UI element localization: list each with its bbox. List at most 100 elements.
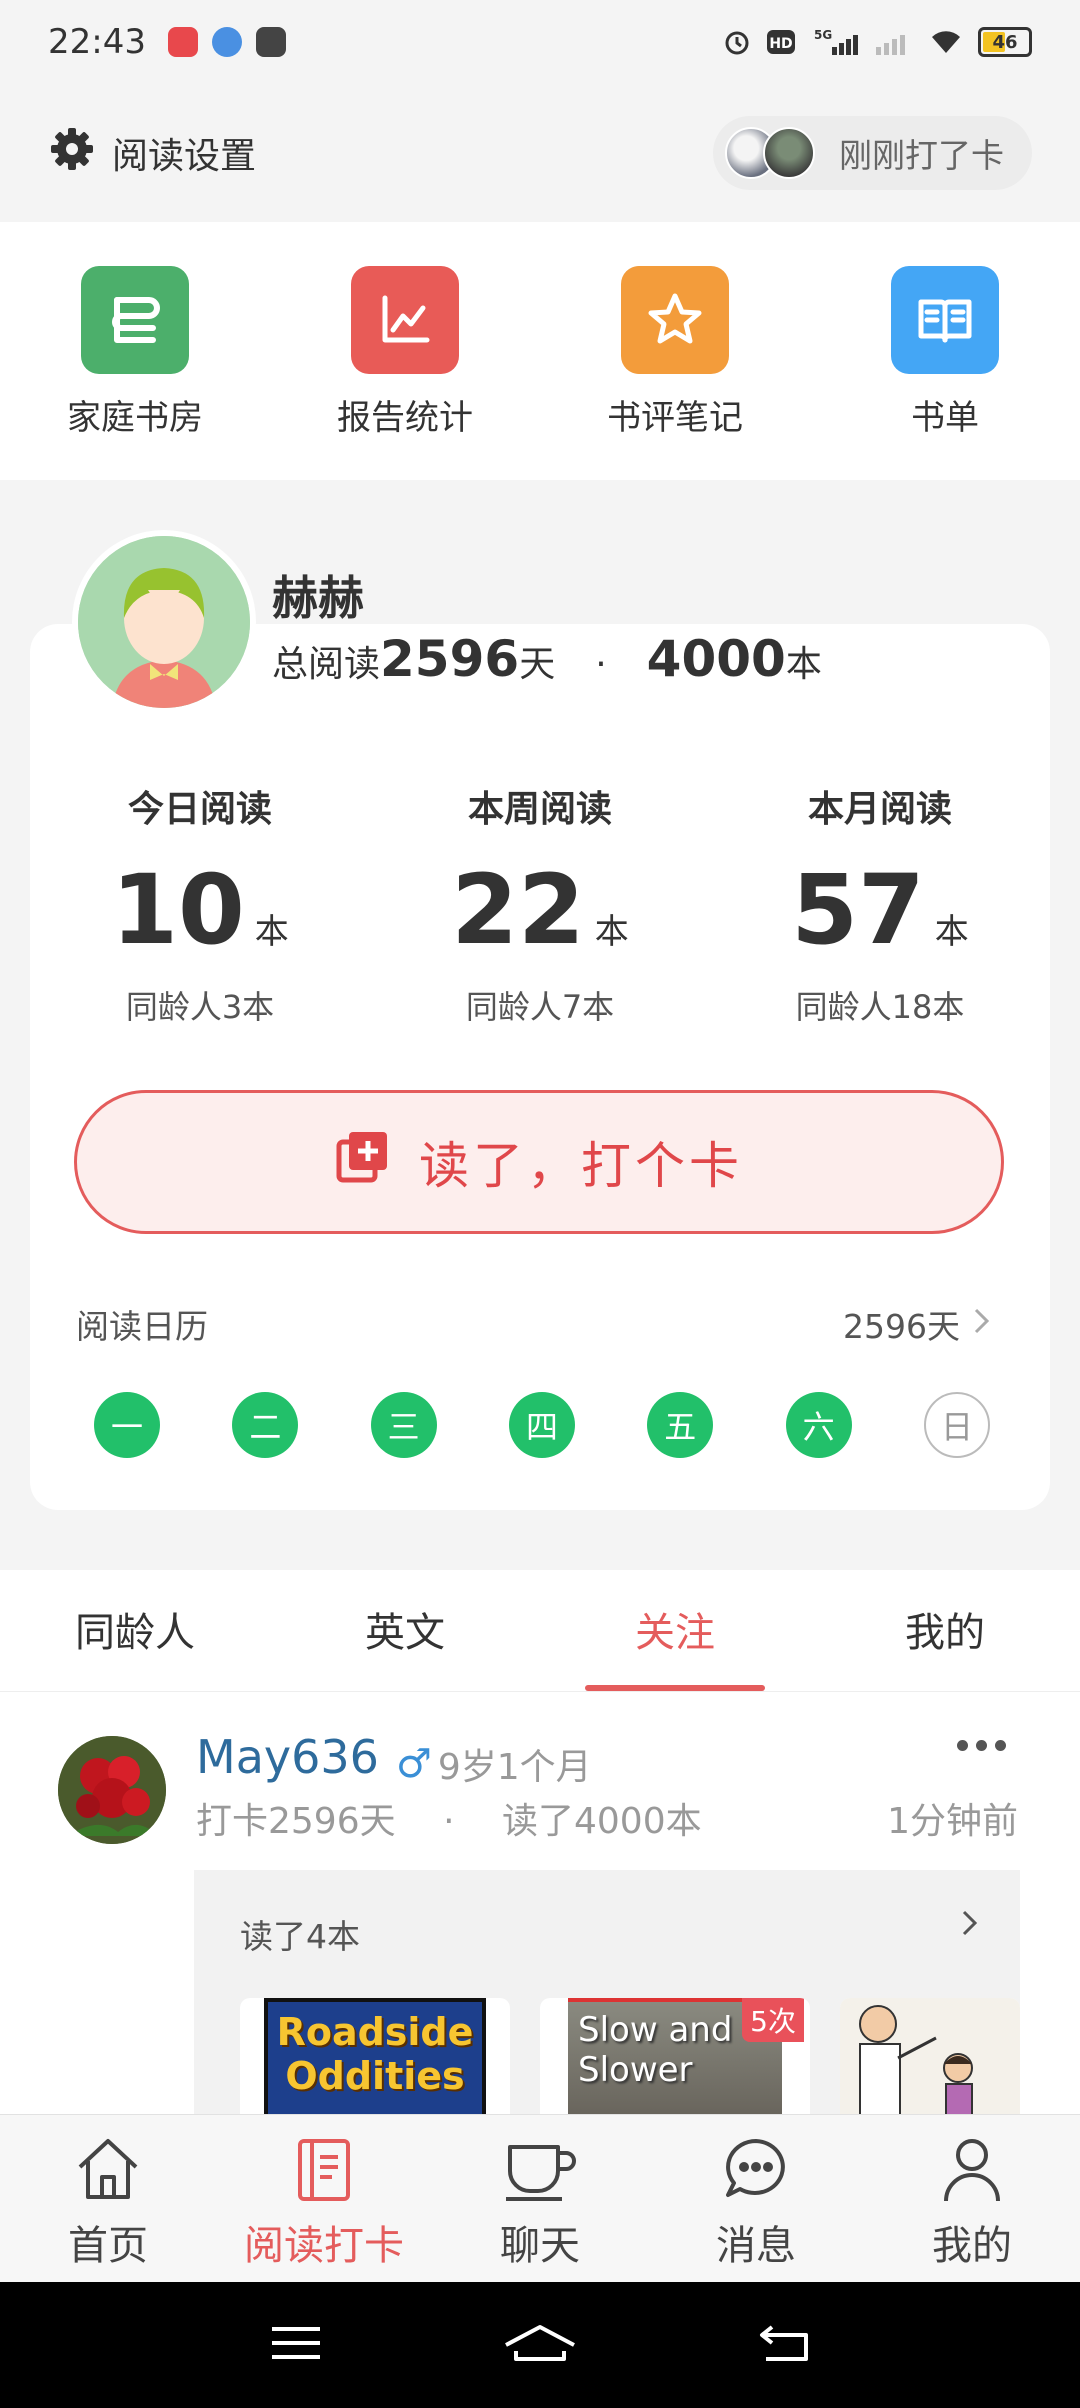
calendar-day-fri[interactable]: 五 (647, 1392, 714, 1458)
recent-checkin-pill[interactable]: 刚刚打了卡 (713, 116, 1032, 190)
stat-peer: 同龄人7本 (465, 988, 615, 1026)
calendar-day-sat[interactable]: 六 (785, 1392, 852, 1458)
book-cover: Roadside Oddities (264, 1998, 486, 2116)
avatar (763, 127, 815, 179)
shortcut-booklist[interactable]: 书单 (810, 222, 1080, 480)
stat-title: 本月阅读 (807, 789, 952, 830)
home-nav-icon[interactable] (502, 2323, 578, 2367)
svg-text:5G: 5G (814, 28, 832, 42)
more-options-icon[interactable] (957, 1740, 1006, 1751)
nav-label: 我的 (932, 2223, 1012, 2269)
user-total-reading: 总阅读 2596 天 · 4000 本 (272, 630, 822, 688)
nav-chat[interactable]: 聊天 (432, 2115, 648, 2282)
chevron-right-icon (972, 1305, 992, 1344)
calendar-total-link[interactable]: 2596天 (843, 1300, 992, 1348)
stat-today: 今日阅读 10 本 同龄人3本 (30, 780, 370, 1028)
total-days: 2596 (380, 630, 520, 688)
nav-label: 聊天 (500, 2223, 580, 2269)
stat-value: 57 (791, 854, 925, 966)
total-prefix: 总阅读 (272, 644, 381, 685)
nav-mine[interactable]: 我的 (864, 2115, 1080, 2282)
reading-stats: 今日阅读 10 本 同龄人3本 本周阅读 22 本 同龄人7本 本月阅读 57 … (30, 780, 1050, 1028)
calendar-day-sun[interactable]: 日 (923, 1392, 990, 1458)
separator-dot: · (595, 644, 607, 685)
book-card[interactable] (840, 1998, 1020, 2116)
book-open-icon (891, 266, 999, 374)
book-title: Roadside Oddities (276, 2010, 474, 2098)
nav-home[interactable]: 首页 (0, 2115, 216, 2282)
chevron-right-icon (960, 1906, 980, 1947)
app-notification-icon (167, 27, 198, 57)
calendar-day-tue[interactable]: 二 (232, 1392, 299, 1458)
recent-checkin-label: 刚刚打了卡 (839, 136, 1004, 175)
hd-icon: HD (766, 27, 800, 57)
stat-peer: 同龄人3本 (125, 988, 275, 1026)
read-books-card[interactable]: 读了4本 Roadside Oddities Slow and Slower 5… (194, 1870, 1020, 2116)
status-time: 22:43 (48, 22, 146, 62)
days-unit: 天 (519, 644, 556, 685)
feed-item: May636 ♂ 9岁1个月 打卡2596天 · 读了4000本 1分钟前 读了… (0, 1692, 1080, 2116)
avatar[interactable] (58, 1736, 166, 1844)
reading-card (30, 624, 1050, 1510)
feed-age: ♂ 9岁1个月 (396, 1738, 592, 1790)
tab-english[interactable]: 英文 (270, 1570, 540, 1691)
shortcut-row: 家庭书房 报告统计 书评笔记 书单 (0, 222, 1080, 480)
system-nav-bar (0, 2282, 1080, 2408)
shortcut-label: 书单 (911, 398, 979, 438)
status-bar: 22:43 HD 5G 46 (0, 0, 1080, 84)
shortcut-report-stats[interactable]: 报告统计 (270, 222, 540, 480)
calendar-day-thu[interactable]: 四 (508, 1392, 575, 1458)
checkin-label: 读了，打个卡 (419, 1137, 743, 1195)
reading-settings-button[interactable]: 阅读设置 (48, 125, 256, 182)
tab-peers[interactable]: 同龄人 (0, 1570, 270, 1691)
bookshelf-icon (81, 266, 189, 374)
reading-settings-label: 阅读设置 (112, 136, 257, 177)
nav-reading-checkin[interactable]: 阅读打卡 (216, 2115, 432, 2282)
feed-time: 1分钟前 (887, 1801, 1018, 1842)
wifi-icon (928, 27, 964, 57)
nav-label: 消息 (716, 2223, 796, 2269)
book-card[interactable]: Slow and Slower 5次 (540, 1998, 810, 2116)
shortcut-label: 家庭书房 (67, 398, 203, 438)
feed-tabs: 同龄人 英文 关注 我的 (0, 1570, 1080, 1692)
back-icon[interactable] (758, 2323, 810, 2367)
star-icon (621, 266, 729, 374)
menu-icon[interactable] (270, 2323, 322, 2367)
nav-label: 首页 (68, 2223, 148, 2269)
stat-peer: 同龄人18本 (795, 988, 965, 1026)
feed-checkin-days: 打卡2596天 (196, 1801, 396, 1842)
stat-unit: 本 (934, 912, 969, 952)
book-card[interactable]: Roadside Oddities (240, 1998, 510, 2116)
shortcut-review-notes[interactable]: 书评笔记 (540, 222, 810, 480)
calendar-day-wed[interactable]: 三 (370, 1392, 437, 1458)
stat-month: 本月阅读 57 本 同龄人18本 (710, 780, 1050, 1028)
read-count-badge: 5次 (742, 1998, 804, 2042)
checkin-button[interactable]: 读了，打个卡 (74, 1090, 1004, 1234)
books-unit: 本 (785, 644, 822, 685)
read-books-title: 读了4本 (240, 1917, 360, 1956)
tab-following[interactable]: 关注 (540, 1570, 810, 1691)
person-icon (936, 2129, 1008, 2209)
add-note-icon (335, 1128, 391, 1196)
calendar-total: 2596天 (843, 1307, 960, 1346)
tab-mine[interactable]: 我的 (810, 1570, 1080, 1691)
stat-value: 10 (111, 854, 245, 966)
avatar[interactable] (72, 530, 256, 714)
cellular-signal-icon: 5G (814, 27, 860, 57)
feed-username[interactable]: May636 (196, 1730, 379, 1784)
notebook-icon (288, 2129, 360, 2209)
gear-icon (48, 125, 96, 182)
male-icon: ♂ (396, 1741, 432, 1787)
svg-text:HD: HD (769, 36, 792, 52)
calendar-day-mon[interactable]: 一 (94, 1392, 160, 1458)
recent-avatars (725, 127, 815, 179)
stat-week: 本周阅读 22 本 同龄人7本 (370, 780, 710, 1028)
alarm-icon (722, 27, 752, 57)
shortcut-family-study[interactable]: 家庭书房 (0, 222, 270, 480)
nav-messages[interactable]: 消息 (648, 2115, 864, 2282)
feed-read-total: 读了4000本 (501, 1801, 702, 1842)
video-app-icon (255, 27, 286, 57)
separator-dot: · (443, 1801, 455, 1842)
home-icon (72, 2129, 144, 2209)
feed-age-label: 9岁1个月 (437, 1747, 592, 1788)
